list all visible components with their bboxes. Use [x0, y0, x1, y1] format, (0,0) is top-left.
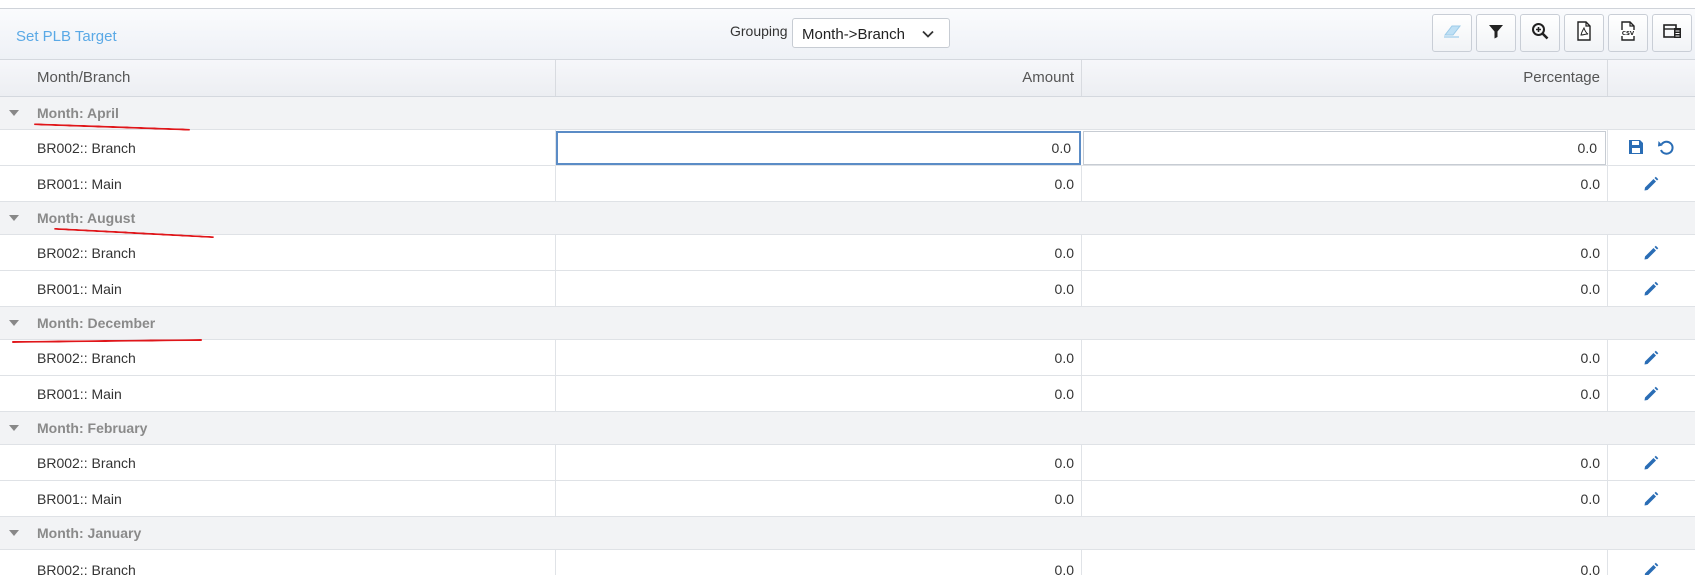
- edit-icon[interactable]: [1642, 490, 1660, 508]
- csv-icon: CSV: [1617, 20, 1639, 47]
- column-divider: [555, 60, 556, 96]
- filter-button[interactable]: [1476, 14, 1516, 52]
- collapse-arrow-icon[interactable]: [9, 530, 19, 536]
- table-row[interactable]: BR002:: Branch 0.0 0.0: [0, 235, 1695, 271]
- group-row[interactable]: Month: January: [0, 517, 1695, 550]
- group-label: Month: February: [37, 420, 148, 436]
- column-chooser-button[interactable]: [1652, 14, 1692, 52]
- percentage-value: 0.0: [1580, 245, 1600, 261]
- percentage-value: 0.0: [1580, 562, 1600, 575]
- toolbar: Set PLB Target Grouping Month->Branch CS…: [0, 9, 1695, 60]
- percentage-value: 0.0: [1580, 386, 1600, 402]
- percentage-value: 0.0: [1580, 455, 1600, 471]
- cell-divider: [1607, 481, 1608, 516]
- amount-input[interactable]: [556, 131, 1081, 165]
- cell-divider: [1607, 271, 1608, 306]
- branch-name: BR002:: Branch: [37, 350, 136, 366]
- branch-name: BR001:: Main: [37, 281, 122, 297]
- group-label: Month: December: [37, 315, 156, 331]
- group-label: Month: January: [37, 525, 142, 541]
- column-divider: [1081, 60, 1082, 96]
- amount-value: 0.0: [1054, 176, 1074, 192]
- edit-icon[interactable]: [1642, 175, 1660, 193]
- collapse-arrow-icon[interactable]: [9, 320, 19, 326]
- pdf-icon: [1573, 20, 1595, 47]
- grouping-label: Grouping: [730, 23, 788, 39]
- eraser-icon: [1441, 20, 1463, 47]
- edit-icon[interactable]: [1642, 454, 1660, 472]
- top-border: [0, 0, 1695, 9]
- table-row[interactable]: BR002:: Branch 0.0 0.0: [0, 340, 1695, 376]
- table-row[interactable]: BR001:: Main 0.0 0.0: [0, 166, 1695, 202]
- amount-value: 0.0: [1054, 245, 1074, 261]
- group-row[interactable]: Month: August: [0, 202, 1695, 235]
- branch-name: BR001:: Main: [37, 386, 122, 402]
- grid-header: Month/Branch Amount Percentage: [0, 60, 1695, 97]
- cell-divider: [1607, 340, 1608, 375]
- undo-icon[interactable]: [1657, 138, 1675, 156]
- branch-name: BR001:: Main: [37, 491, 122, 507]
- cell-divider: [1607, 130, 1608, 165]
- percentage-value: 0.0: [1580, 176, 1600, 192]
- percentage-value: 0.0: [1580, 281, 1600, 297]
- group-label: Month: August: [37, 210, 136, 226]
- collapse-arrow-icon[interactable]: [9, 425, 19, 431]
- filter-icon: [1485, 20, 1507, 47]
- amount-value: 0.0: [1054, 562, 1074, 575]
- zoom-button[interactable]: [1520, 14, 1560, 52]
- grouping-select[interactable]: Month->Branch: [792, 18, 950, 48]
- column-chooser-icon: [1661, 20, 1683, 47]
- svg-text:CSV: CSV: [1622, 31, 1635, 37]
- collapse-arrow-icon[interactable]: [9, 110, 19, 116]
- cell-divider: [1607, 445, 1608, 480]
- amount-value: 0.0: [1054, 350, 1074, 366]
- table-row[interactable]: BR001:: Main 0.0 0.0: [0, 481, 1695, 517]
- cell-divider: [1607, 235, 1608, 270]
- export-csv-button[interactable]: CSV: [1608, 14, 1648, 52]
- group-row[interactable]: Month: December: [0, 307, 1695, 340]
- column-header-percentage[interactable]: Percentage: [1082, 60, 1600, 96]
- column-divider: [1607, 60, 1608, 96]
- export-pdf-button[interactable]: [1564, 14, 1604, 52]
- percentage-value: 0.0: [1580, 491, 1600, 507]
- edit-icon[interactable]: [1642, 280, 1660, 298]
- amount-value: 0.0: [1054, 386, 1074, 402]
- group-label: Month: April: [37, 105, 119, 121]
- edit-icon[interactable]: [1642, 385, 1660, 403]
- branch-name: BR002:: Branch: [37, 562, 136, 575]
- column-header-month-branch[interactable]: Month/Branch: [37, 60, 130, 96]
- table-row[interactable]: BR001:: Main 0.0 0.0: [0, 376, 1695, 412]
- branch-name: BR002:: Branch: [37, 140, 136, 156]
- page-title: Set PLB Target: [16, 28, 117, 45]
- amount-value: 0.0: [1054, 491, 1074, 507]
- branch-name: BR002:: Branch: [37, 245, 136, 261]
- cell-divider: [1607, 166, 1608, 201]
- table-row[interactable]: BR002:: Branch 0.0 0.0: [0, 445, 1695, 481]
- edit-icon[interactable]: [1642, 561, 1660, 575]
- collapse-arrow-icon[interactable]: [9, 215, 19, 221]
- zoom-in-icon: [1529, 20, 1551, 47]
- cell-divider: [1607, 376, 1608, 411]
- amount-value: 0.0: [1054, 455, 1074, 471]
- percentage-input[interactable]: [1083, 131, 1606, 165]
- grouping-select-value: Month->Branch: [802, 26, 905, 43]
- group-row[interactable]: Month: February: [0, 412, 1695, 445]
- edit-icon[interactable]: [1642, 244, 1660, 262]
- clear-button[interactable]: [1432, 14, 1472, 52]
- table-row[interactable]: BR002:: Branch: [0, 130, 1695, 166]
- percentage-value: 0.0: [1580, 350, 1600, 366]
- branch-name: BR002:: Branch: [37, 455, 136, 471]
- column-header-amount[interactable]: Amount: [556, 60, 1074, 96]
- amount-value: 0.0: [1054, 281, 1074, 297]
- table-row[interactable]: BR001:: Main 0.0 0.0: [0, 271, 1695, 307]
- save-icon[interactable]: [1627, 138, 1645, 156]
- branch-name: BR001:: Main: [37, 176, 122, 192]
- cell-divider: [1607, 550, 1608, 575]
- chevron-down-icon: [921, 27, 935, 41]
- table-row[interactable]: BR002:: Branch 0.0 0.0: [0, 550, 1695, 575]
- group-row[interactable]: Month: April: [0, 97, 1695, 130]
- edit-icon[interactable]: [1642, 349, 1660, 367]
